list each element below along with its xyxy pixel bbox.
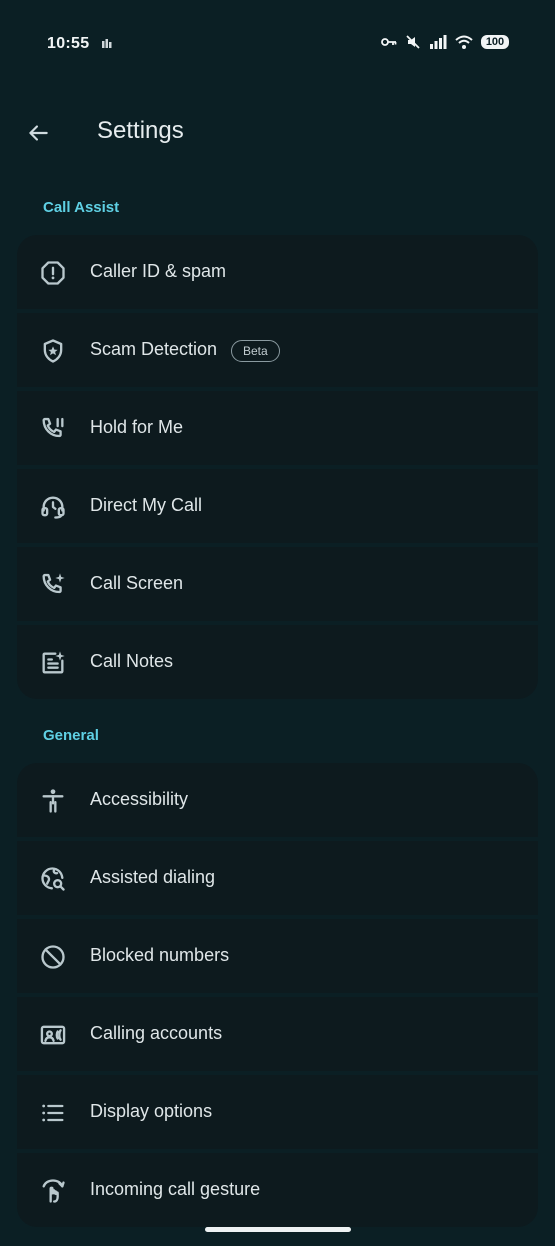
top-app-bar: Settings [0, 105, 555, 161]
vpn-key-icon [381, 38, 397, 46]
settings-item-label: Display options [90, 1101, 213, 1121]
accessibility-icon [39, 787, 67, 815]
phone-pause-icon [39, 415, 67, 443]
call-assist-group: Caller ID & spam Scam Detection Beta Hol… [17, 235, 538, 699]
globe-search-icon [39, 865, 67, 893]
settings-item-display-options[interactable]: Display options [17, 1075, 538, 1149]
gesture-icon [39, 1177, 67, 1205]
settings-item-call-notes[interactable]: Call Notes [17, 625, 538, 699]
settings-item-label: Blocked numbers [90, 945, 230, 965]
section-header-call-assist: Call Assist [43, 199, 120, 216]
alert-octagon-icon [39, 259, 67, 287]
arrow-back-icon [29, 125, 48, 141]
general-group: Accessibility Assisted dialing Blocked n… [17, 763, 538, 1227]
settings-item-calling-accounts[interactable]: Calling accounts [17, 997, 538, 1071]
status-icons: 100 [381, 34, 509, 50]
shield-star-icon [39, 337, 67, 365]
settings-item-label: Hold for Me [90, 417, 184, 437]
headset-icon [39, 493, 67, 521]
notification-icon [102, 39, 112, 48]
settings-item-label: Caller ID & spam [90, 261, 227, 281]
settings-item-direct-my-call[interactable]: Direct My Call [17, 469, 538, 543]
settings-item-incoming-call-gesture[interactable]: Incoming call gesture [17, 1153, 538, 1227]
wifi-icon [455, 35, 473, 49]
settings-item-label: Accessibility [90, 789, 189, 809]
block-icon [39, 943, 67, 971]
settings-item-label: Direct My Call [90, 495, 203, 515]
settings-item-label: Incoming call gesture [90, 1179, 261, 1199]
settings-item-caller-id-spam[interactable]: Caller ID & spam [17, 235, 538, 309]
settings-item-blocked-numbers[interactable]: Blocked numbers [17, 919, 538, 993]
settings-item-label: Calling accounts [90, 1023, 223, 1043]
settings-item-label: Call Screen [90, 573, 184, 593]
contact-card-icon [39, 1021, 67, 1049]
settings-item-label: Call Notes [90, 651, 174, 671]
list-icon [39, 1099, 67, 1127]
mute-icon [406, 35, 420, 49]
settings-item-hold-for-me[interactable]: Hold for Me [17, 391, 538, 465]
section-header-general: General [43, 727, 99, 744]
settings-item-accessibility[interactable]: Accessibility [17, 763, 538, 837]
back-button[interactable] [18, 113, 58, 153]
settings-item-label: Scam Detection [90, 339, 218, 359]
settings-item-scam-detection[interactable]: Scam Detection Beta [17, 313, 538, 387]
notes-sparkle-icon [39, 649, 67, 677]
home-indicator[interactable] [205, 1227, 351, 1232]
settings-item-label: Assisted dialing [90, 867, 216, 887]
settings-item-assisted-dialing[interactable]: Assisted dialing [17, 841, 538, 915]
status-bar: 10:55 100 [0, 0, 555, 90]
battery-indicator: 100 [481, 35, 509, 49]
page-title: Settings [97, 117, 184, 144]
signal-icon [430, 35, 447, 49]
status-time: 10:55 [47, 35, 90, 52]
settings-item-call-screen[interactable]: Call Screen [17, 547, 538, 621]
phone-sparkle-icon [39, 571, 67, 599]
beta-badge: Beta [231, 340, 280, 362]
